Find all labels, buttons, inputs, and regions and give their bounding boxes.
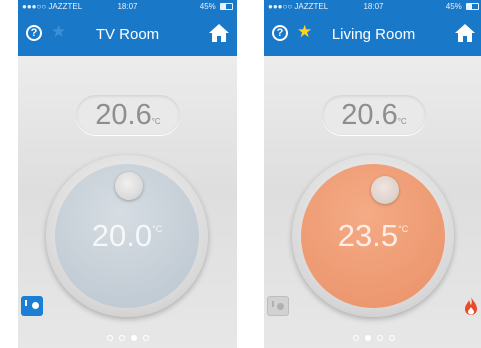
flame-icon xyxy=(465,297,477,315)
mode-switch-dot xyxy=(277,303,284,310)
page-indicator[interactable] xyxy=(264,335,481,341)
status-bar: ●●●○○ JAZZTEL 18:07 45% xyxy=(264,0,481,14)
setpoint-unit: °C xyxy=(398,224,409,234)
battery-percent: 45% xyxy=(199,2,216,11)
page-dot-current[interactable] xyxy=(364,335,371,341)
mode-switch-icon[interactable] xyxy=(267,296,289,316)
setpoint-value: 23.5 xyxy=(337,218,399,253)
dial-face: 23.5°C xyxy=(301,164,445,308)
mode-switch-icon[interactable] xyxy=(21,296,43,316)
mode-switch-bar xyxy=(272,301,274,307)
home-icon[interactable] xyxy=(454,23,476,43)
current-temperature-display: 20.6°C xyxy=(76,95,180,135)
thermostat-dial[interactable]: 23.5°C xyxy=(292,155,454,317)
thermostat-dial[interactable]: 20.0°C xyxy=(46,155,208,317)
battery-icon xyxy=(220,3,233,11)
current-temperature-unit: °C xyxy=(397,117,407,126)
battery-indicator: 45% xyxy=(200,0,233,14)
page-dot[interactable] xyxy=(352,335,359,341)
mode-switch-dot xyxy=(32,302,39,309)
page-dot[interactable] xyxy=(376,335,383,341)
status-bar: ●●●○○ JAZZTEL 18:07 45% xyxy=(18,0,237,14)
dial-knob[interactable] xyxy=(371,176,399,204)
current-temperature-unit: °C xyxy=(151,117,161,126)
page-dot[interactable] xyxy=(106,335,113,341)
battery-icon xyxy=(466,3,479,11)
room-title: TV Room xyxy=(95,26,160,43)
battery-indicator: 45% xyxy=(446,0,479,14)
setpoint-display: 20.0°C xyxy=(55,216,199,256)
page-dot[interactable] xyxy=(142,335,149,341)
current-temperature-value: 20.6 xyxy=(95,99,152,131)
home-icon[interactable] xyxy=(208,23,230,43)
current-temperature-display: 20.6°C xyxy=(322,95,426,135)
room-title: Living Room xyxy=(331,26,416,43)
page-dot[interactable] xyxy=(388,335,395,341)
thermostat-screen-living-room: ●●●○○ JAZZTEL 18:07 45% ? ★ Living Room … xyxy=(264,0,481,348)
setpoint-unit: °C xyxy=(152,224,163,234)
dial-knob[interactable] xyxy=(115,172,143,200)
setpoint-value: 20.0 xyxy=(91,218,153,253)
nav-bar: ? ★ Living Room xyxy=(264,14,481,56)
page-indicator[interactable] xyxy=(18,335,237,341)
page-dot-current[interactable] xyxy=(130,335,137,341)
current-temperature-value: 20.6 xyxy=(341,99,398,131)
page-dot[interactable] xyxy=(118,335,125,341)
nav-bar: ? ★ TV Room xyxy=(18,14,237,56)
setpoint-display: 23.5°C xyxy=(301,216,445,256)
mode-switch-bar xyxy=(25,300,27,306)
battery-percent: 45% xyxy=(445,2,462,11)
dial-face: 20.0°C xyxy=(55,164,199,308)
thermostat-screen-tv-room: ●●●○○ JAZZTEL 18:07 45% ? ★ TV Room 20.6… xyxy=(18,0,237,348)
